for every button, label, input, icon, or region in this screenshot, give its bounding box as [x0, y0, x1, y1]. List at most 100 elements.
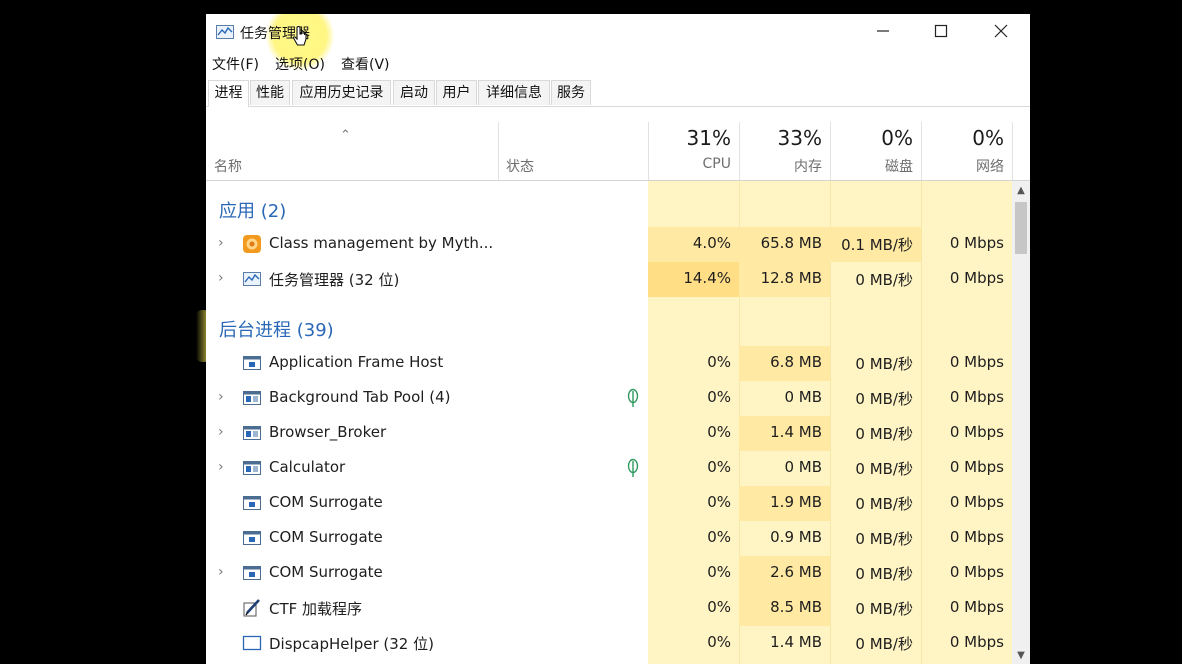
disk-value: 0 MB/秒: [855, 495, 913, 513]
process-window-icon: [243, 356, 261, 370]
process-row[interactable]: DispcapHelper (32 位) 0% 1.4 MB 0 MB/秒 0 …: [206, 626, 1012, 661]
network-value: 0 Mbps: [949, 563, 1004, 581]
suspended-leaf-icon: [627, 458, 639, 477]
process-name: Application Frame Host: [269, 353, 444, 371]
cpu-value: 0%: [707, 563, 731, 581]
memory-value: 65.8 MB: [760, 234, 822, 252]
disk-total-percent[interactable]: 0%: [830, 126, 913, 150]
disk-value: 0.1 MB/秒: [841, 236, 913, 254]
process-row[interactable]: › 任务管理器 (32 位) 14.4% 12.8 MB 0 MB/秒 0 Mb…: [206, 262, 1012, 297]
column-name[interactable]: 名称: [214, 156, 242, 176]
process-name: Browser_Broker: [269, 423, 387, 441]
process-window-icon: [243, 496, 261, 510]
group-label: 应用 (2): [219, 201, 287, 222]
process-window-icon: [243, 566, 261, 580]
menu-bar: 文件(F) 选项(O) 查看(V): [206, 52, 1030, 74]
cpu-value: 0%: [707, 598, 731, 616]
process-window-icon: [243, 461, 261, 475]
cpu-total-percent[interactable]: 31%: [648, 126, 731, 150]
menu-view[interactable]: 查看(V): [341, 54, 390, 74]
chevron-right-icon[interactable]: ›: [218, 459, 224, 475]
column-cpu[interactable]: CPU: [648, 156, 731, 172]
task-manager-window: 任务管理器 文件(F) 选项(O) 查看(V) 进程 性能 应用历史记录 启动 …: [206, 14, 1030, 664]
cpu-value: 14.4%: [683, 269, 731, 287]
chevron-right-icon[interactable]: ›: [218, 270, 224, 286]
cpu-value: 0%: [707, 353, 731, 371]
process-row[interactable]: COM Surrogate 0% 1.9 MB 0 MB/秒 0 Mbps: [206, 486, 1012, 521]
process-row[interactable]: CTF 加载程序 0% 8.5 MB 0 MB/秒 0 Mbps: [206, 591, 1012, 626]
cpu-value: 0%: [707, 423, 731, 441]
memory-value: 0.9 MB: [770, 528, 822, 546]
chevron-right-icon[interactable]: ›: [218, 564, 224, 580]
process-window-icon: [243, 426, 261, 440]
process-name: COM Surrogate: [269, 528, 383, 546]
disk-value: 0 MB/秒: [855, 271, 913, 289]
tab-details[interactable]: 详细信息: [478, 80, 550, 105]
process-row[interactable]: › Browser_Broker 0% 1.4 MB 0 MB/秒 0 Mbps: [206, 416, 1012, 451]
close-button[interactable]: [972, 14, 1030, 48]
network-value: 0 Mbps: [949, 633, 1004, 651]
column-network[interactable]: 网络: [921, 156, 1004, 176]
tab-users[interactable]: 用户: [436, 80, 477, 105]
process-list: 应用 (2) › Class management by Myth... 4.0…: [206, 181, 1012, 664]
tab-bar: 进程 性能 应用历史记录 启动 用户 详细信息 服务: [206, 80, 1030, 107]
process-name: 任务管理器 (32 位): [269, 271, 400, 289]
process-row[interactable]: Application Frame Host 0% 6.8 MB 0 MB/秒 …: [206, 346, 1012, 381]
network-value: 0 Mbps: [949, 388, 1004, 406]
chevron-right-icon[interactable]: ›: [218, 424, 224, 440]
group-apps[interactable]: 应用 (2): [206, 189, 1012, 227]
cpu-value: 0%: [707, 633, 731, 651]
chevron-right-icon[interactable]: ›: [218, 389, 224, 405]
process-row[interactable]: › Class management by Myth... 4.0% 65.8 …: [206, 227, 1012, 262]
memory-value: 1.9 MB: [770, 493, 822, 511]
menu-file[interactable]: 文件(F): [212, 54, 259, 74]
memory-value: 1.4 MB: [770, 423, 822, 441]
process-row[interactable]: › Calculator 0% 0 MB 0 MB/秒 0 Mbps: [206, 451, 1012, 486]
memory-value: 2.6 MB: [770, 563, 822, 581]
memory-value: 1.4 MB: [770, 633, 822, 651]
task-manager-icon: [243, 272, 261, 286]
disk-value: 0 MB/秒: [855, 355, 913, 373]
tab-startup[interactable]: 启动: [393, 80, 435, 105]
tab-processes[interactable]: 进程: [208, 80, 249, 107]
column-disk[interactable]: 磁盘: [830, 156, 913, 176]
title-bar[interactable]: 任务管理器: [206, 14, 1030, 70]
disk-value: 0 MB/秒: [855, 635, 913, 653]
process-row[interactable]: COM Surrogate 0% 0.9 MB 0 MB/秒 0 Mbps: [206, 521, 1012, 556]
scroll-down-icon[interactable]: ▼: [1012, 648, 1030, 664]
menu-options[interactable]: 选项(O): [275, 54, 325, 74]
column-memory[interactable]: 内存: [739, 156, 822, 176]
maximize-icon: [934, 24, 948, 38]
column-status[interactable]: 状态: [506, 156, 534, 176]
scrollbar-thumb[interactable]: [1015, 202, 1027, 254]
maximize-button[interactable]: [912, 14, 970, 48]
process-row[interactable]: › COM Surrogate 0% 2.6 MB 0 MB/秒 0 Mbps: [206, 556, 1012, 591]
memory-value: 8.5 MB: [770, 598, 822, 616]
chevron-right-icon[interactable]: ›: [218, 235, 224, 251]
mouse-cursor-icon: [292, 26, 307, 46]
process-row[interactable]: › Background Tab Pool (4) 0% 0 MB 0 MB/秒…: [206, 381, 1012, 416]
network-value: 0 Mbps: [949, 493, 1004, 511]
network-value: 0 Mbps: [949, 598, 1004, 616]
process-name: Calculator: [269, 458, 346, 476]
tab-app-history[interactable]: 应用历史记录: [292, 80, 391, 105]
group-background-processes[interactable]: 后台进程 (39): [206, 308, 1012, 346]
network-value: 0 Mbps: [949, 353, 1004, 371]
minimize-button[interactable]: [854, 14, 912, 48]
tab-performance[interactable]: 性能: [250, 80, 290, 105]
blank-window-icon: [242, 635, 262, 651]
vertical-scrollbar[interactable]: ▲ ▼: [1012, 181, 1030, 664]
orange-app-icon: [243, 235, 261, 253]
disk-value: 0 MB/秒: [855, 530, 913, 548]
tab-services[interactable]: 服务: [551, 80, 591, 105]
network-total-percent[interactable]: 0%: [921, 126, 1004, 150]
cpu-value: 0%: [707, 493, 731, 511]
scroll-up-icon[interactable]: ▲: [1012, 183, 1030, 199]
memory-total-percent[interactable]: 33%: [739, 126, 822, 150]
memory-value: 12.8 MB: [760, 269, 822, 287]
close-icon: [994, 24, 1008, 38]
disk-value: 0 MB/秒: [855, 460, 913, 478]
cpu-value: 0%: [707, 458, 731, 476]
process-name: Background Tab Pool (4): [269, 388, 451, 406]
column-separator: [1012, 122, 1013, 180]
